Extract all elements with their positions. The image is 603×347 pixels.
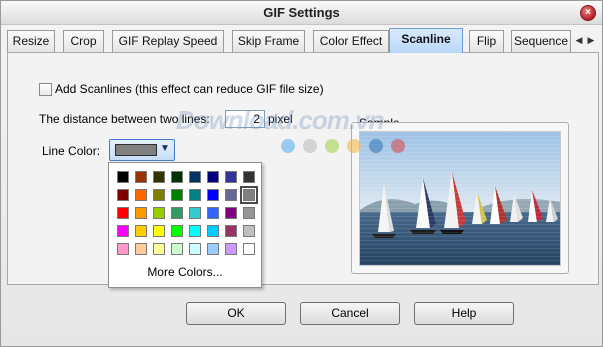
color-swatch-option[interactable] [153,225,165,237]
color-swatch-option[interactable] [153,171,165,183]
tab-scanline[interactable]: Scanline [389,28,463,53]
arrow-left-icon: ◀ [575,35,583,45]
line-color-dropdown[interactable]: ▼ [109,139,175,161]
line-distance-input[interactable]: 2 [225,110,265,128]
color-swatch-option[interactable] [135,171,147,183]
color-swatch-option[interactable] [153,207,165,219]
color-swatch-option[interactable] [135,225,147,237]
tab-gif-replay-speed[interactable]: GIF Replay Speed [112,30,224,52]
color-swatch-option[interactable] [243,171,255,183]
tab-sequence[interactable]: Sequence [511,30,571,52]
color-swatch-option[interactable] [189,225,201,237]
help-button[interactable]: Help [414,302,514,325]
tab-scroll-right-button[interactable]: ▶ [585,32,597,48]
color-swatch-option[interactable] [189,171,201,183]
color-swatch-option[interactable] [117,189,129,201]
color-swatch-option[interactable] [171,225,183,237]
line-distance-label: The distance between two lines: [39,112,210,126]
color-swatch-option[interactable] [135,243,147,255]
color-swatch-option[interactable] [207,171,219,183]
color-swatch-option[interactable] [207,225,219,237]
color-swatch-option[interactable] [171,171,183,183]
tab-strip: Resize Crop GIF Replay Speed Skip Frame … [7,28,599,53]
tab-resize[interactable]: Resize [7,30,55,52]
color-swatch-option[interactable] [171,243,183,255]
color-swatch-option[interactable] [243,225,255,237]
cancel-button[interactable]: Cancel [300,302,400,325]
add-scanlines-checkbox[interactable] [39,83,52,96]
arrow-right-icon: ▶ [587,35,595,45]
line-color-label: Line Color: [42,144,101,158]
more-colors-link[interactable]: More Colors... [109,265,261,279]
tab-flip[interactable]: Flip [469,30,504,52]
color-swatch-option[interactable] [243,243,255,255]
sample-image [359,131,561,266]
color-swatch-option[interactable] [225,225,237,237]
window-title: GIF Settings [263,5,340,20]
color-swatch-option[interactable] [225,207,237,219]
watermark-dot [325,139,339,153]
color-swatch-option[interactable] [225,171,237,183]
close-button[interactable]: × [580,5,596,21]
color-swatch-option[interactable] [207,243,219,255]
color-swatch-option[interactable] [207,207,219,219]
pixel-unit-label: pixel [268,112,293,126]
close-icon: × [585,7,591,18]
color-swatch-option[interactable] [189,189,201,201]
tab-color-effect[interactable]: Color Effect [313,30,389,52]
watermark-dot [391,139,405,153]
color-swatch-option[interactable] [135,189,147,201]
color-swatch-option[interactable] [207,189,219,201]
tab-crop[interactable]: Crop [63,30,104,52]
color-swatch-option[interactable] [171,189,183,201]
add-scanlines-label: Add Scanlines (this effect can reduce GI… [55,82,324,96]
chevron-down-icon: ▼ [160,143,170,154]
color-swatch-option[interactable] [153,243,165,255]
sample-preview-box [351,122,569,274]
color-swatch-option[interactable] [117,243,129,255]
line-color-swatch [115,144,157,156]
color-swatch-option[interactable] [189,207,201,219]
gif-settings-dialog: GIF Settings × Resize Crop GIF Replay Sp… [0,0,603,347]
color-swatch-option[interactable] [117,207,129,219]
title-bar: GIF Settings × [1,1,602,25]
tab-scroll-left-button[interactable]: ◀ [573,32,585,48]
color-swatch-option[interactable] [135,207,147,219]
color-swatch-option[interactable] [225,189,237,201]
color-swatch-option[interactable] [240,186,258,204]
color-swatch-option[interactable] [171,207,183,219]
watermark-dot [281,139,295,153]
color-swatch-option[interactable] [243,207,255,219]
color-swatch-option[interactable] [117,171,129,183]
watermark-dot [303,139,317,153]
color-swatch-option[interactable] [153,189,165,201]
color-picker-popup: More Colors... [108,162,262,288]
color-swatch-option[interactable] [189,243,201,255]
tab-skip-frame[interactable]: Skip Frame [232,30,305,52]
ok-button[interactable]: OK [186,302,286,325]
watermark-dot [369,139,383,153]
color-swatch-option[interactable] [225,243,237,255]
watermark-dot [347,139,361,153]
color-swatch-option[interactable] [117,225,129,237]
